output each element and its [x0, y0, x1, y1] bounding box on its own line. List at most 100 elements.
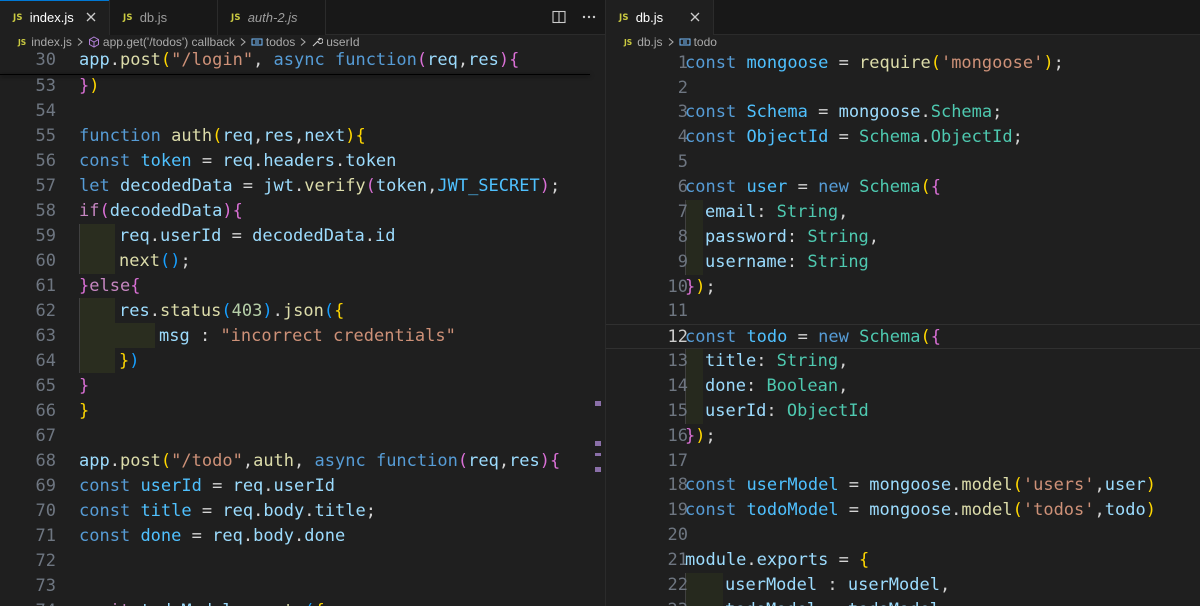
overview-ruler-marker	[595, 441, 601, 446]
code-line: 20	[606, 523, 1200, 548]
code-editor[interactable]: 30 app.post("/login", async function(req,…	[0, 49, 605, 606]
code-line: 9 username: String	[606, 250, 1200, 275]
breadcrumb: JS index.js app.get('/todos') callback t…	[0, 35, 605, 49]
left-tab-bar: JS index.js JS db.js JS auth-2.js	[0, 0, 605, 35]
code-text: email: String,	[705, 202, 849, 222]
code-text: await todoModel.create({	[79, 599, 325, 606]
code-line: 59 req.userId = decodedData.id	[0, 224, 605, 249]
line-number: 15	[667, 401, 688, 421]
line-number: 6	[677, 177, 688, 197]
line-number: 60	[35, 251, 56, 271]
right-tab-bar: JS db.js	[606, 0, 1200, 35]
line-number: 63	[35, 326, 56, 346]
code-line: 53})	[0, 74, 605, 99]
code-text: const ObjectId = Schema.ObjectId;	[685, 127, 1023, 147]
code-line: 54	[0, 99, 605, 124]
code-text: req.userId = decodedData.id	[119, 226, 396, 246]
code-text: userModel : userModel,	[725, 575, 951, 595]
js-file-icon: JS	[18, 37, 27, 47]
split-editor-icon[interactable]	[551, 9, 567, 25]
code-text: todoModel : todoModel	[725, 598, 940, 606]
code-line: 10});	[606, 275, 1200, 300]
line-number: 18	[667, 475, 688, 495]
code-line: 67	[0, 424, 605, 449]
code-text: })	[119, 351, 140, 371]
code-text: title: String,	[705, 351, 849, 371]
code-line: 1 const mongoose = require('mongoose');	[606, 51, 1200, 76]
code-line: 68 app.post("/todo",auth, async function(…	[0, 449, 605, 474]
js-file-icon: JS	[13, 12, 23, 23]
line-number: 13	[667, 351, 688, 371]
line-number: 56	[35, 151, 56, 171]
code-text: next();	[119, 251, 191, 271]
breadcrumb-todos[interactable]: todos	[266, 35, 295, 49]
line-number: 11	[667, 301, 688, 321]
code-text: userId: ObjectId	[705, 401, 869, 421]
breadcrumb-callback[interactable]: app.get('/todos') callback	[103, 35, 235, 49]
js-file-icon: JS	[624, 37, 633, 47]
tab-db-js[interactable]: JS db.js	[606, 0, 714, 35]
line-number: 58	[35, 201, 56, 221]
code-line: 14 done: Boolean,	[606, 374, 1200, 399]
code-line: 60 next();	[0, 249, 605, 274]
code-line: 22 userModel : userModel,	[606, 573, 1200, 598]
code-line: 16});	[606, 424, 1200, 449]
breadcrumb-file[interactable]: db.js	[637, 35, 662, 49]
code-text: }	[79, 376, 90, 396]
code-text: done: Boolean,	[705, 376, 849, 396]
tab-auth-2-js[interactable]: JS auth-2.js	[218, 0, 326, 35]
line-number: 17	[667, 451, 688, 471]
code-editor[interactable]: 1 const mongoose = require('mongoose'); 2…	[606, 49, 1200, 606]
code-text: const userId = req.userId	[79, 476, 335, 496]
js-file-icon: JS	[619, 12, 629, 23]
code-text: const title = req.body.title;	[79, 501, 376, 521]
breadcrumb-file[interactable]: index.js	[31, 35, 72, 49]
overview-ruler-marker	[595, 453, 601, 456]
code-text: app.post("/todo",auth, async function(re…	[79, 451, 561, 471]
line-number: 22	[667, 575, 688, 595]
breadcrumb-todo[interactable]: todo	[694, 35, 717, 49]
tab-index-js[interactable]: JS index.js	[0, 0, 110, 35]
line-number: 9	[677, 252, 688, 272]
code-line: 13 title: String,	[606, 349, 1200, 374]
line-number: 19	[667, 500, 688, 520]
line-number: 16	[667, 426, 688, 446]
line-number: 57	[35, 176, 56, 196]
variable-icon	[679, 38, 691, 46]
line-number: 10	[667, 277, 688, 297]
code-text: const todoModel = mongoose.model('todos'…	[685, 500, 1156, 520]
line-number: 67	[35, 426, 56, 446]
line-number: 74	[0, 599, 56, 606]
code-text: app.post("/login", async function(req,re…	[79, 50, 520, 70]
code-line: 74 await todoModel.create({	[0, 599, 605, 606]
tab-label: index.js	[29, 10, 74, 25]
more-actions-icon[interactable]	[581, 9, 597, 25]
code-line: 3 const Schema = mongoose.Schema;	[606, 100, 1200, 125]
line-number: 59	[35, 226, 56, 246]
line-number: 4	[677, 127, 688, 147]
chevron-right-icon	[300, 38, 307, 46]
code-text: module.exports = {	[685, 550, 870, 570]
code-line: 4 const ObjectId = Schema.ObjectId;	[606, 125, 1200, 150]
left-editor-group: JS index.js JS db.js JS auth-2.js JS ind…	[0, 0, 605, 606]
code-text: const token = req.headers.token	[79, 151, 397, 171]
code-line: 18 const userModel = mongoose.model('user…	[606, 473, 1200, 498]
line-number: 68	[35, 451, 56, 471]
breadcrumb-userid[interactable]: userId	[326, 35, 359, 49]
line-number: 73	[35, 576, 56, 596]
code-line: 5	[606, 150, 1200, 175]
code-text: const mongoose = require('mongoose');	[685, 53, 1064, 73]
code-line: 58 if(decodedData){	[0, 199, 605, 224]
code-line: 63 msg : "incorrect credentials"	[0, 324, 605, 349]
code-line: 30 app.post("/login", async function(req,…	[0, 49, 605, 73]
line-number: 14	[667, 376, 688, 396]
line-number: 12	[667, 327, 688, 347]
current-code-line: 12 const todo = new Schema({	[606, 324, 1200, 349]
line-number: 30	[35, 50, 56, 70]
close-icon[interactable]	[687, 9, 703, 25]
close-icon[interactable]	[83, 9, 99, 25]
tab-db-js[interactable]: JS db.js	[110, 0, 218, 35]
line-number: 66	[35, 401, 56, 421]
line-number: 64	[35, 351, 56, 371]
editor-actions	[551, 9, 597, 25]
